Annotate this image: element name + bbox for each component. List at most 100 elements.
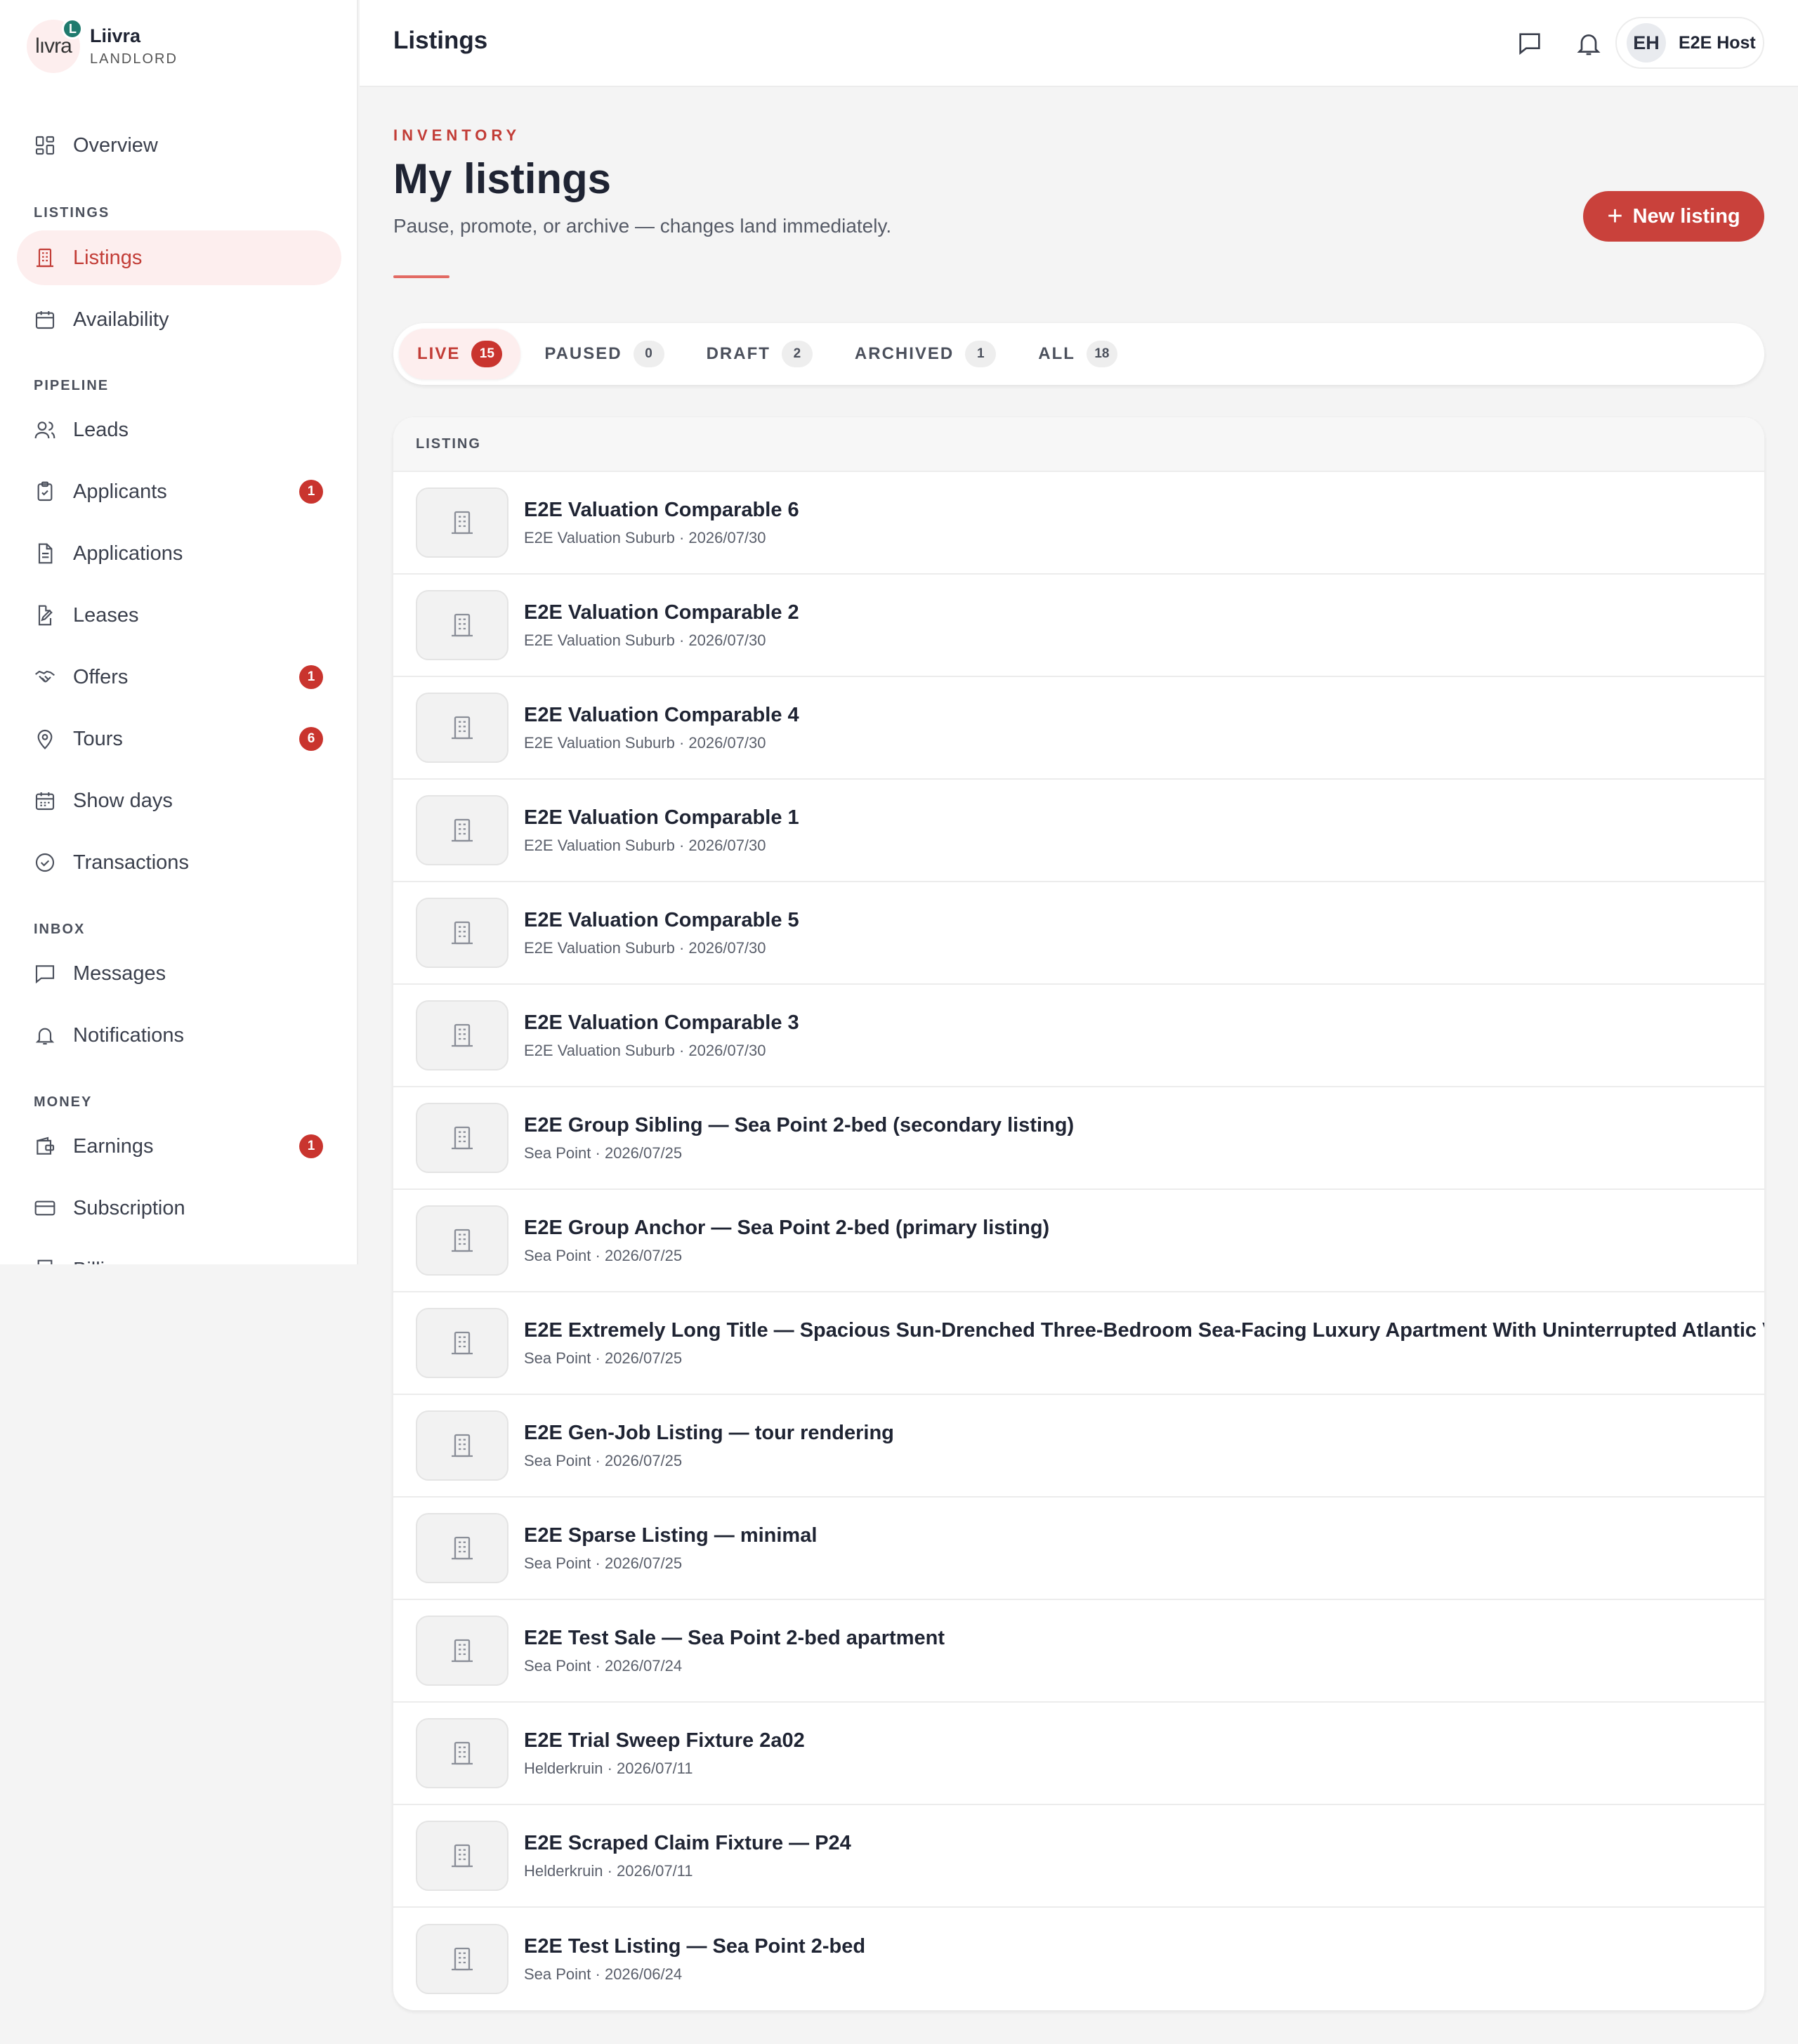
sidebar-item-label: Offers bbox=[73, 665, 129, 688]
table-row[interactable]: E2E Extremely Long Title — Spacious Sun-… bbox=[393, 1292, 1764, 1395]
sidebar-item-label: Applicants bbox=[73, 480, 167, 503]
sidebar-item-earnings[interactable]: Earnings 1 bbox=[17, 1119, 341, 1174]
listing-thumbnail bbox=[416, 795, 508, 865]
listing-title: E2E Test Listing — Sea Point 2-bed bbox=[524, 1934, 866, 1958]
listing-title: E2E Valuation Comparable 5 bbox=[524, 908, 799, 931]
sidebar-item-applicants[interactable]: Applicants 1 bbox=[17, 464, 341, 519]
sidebar: lıvra L Liivra LANDLORD Overview LISTING… bbox=[0, 0, 358, 1264]
sidebar-item-offers[interactable]: Offers 1 bbox=[17, 650, 341, 705]
table-row[interactable]: E2E Scraped Claim Fixture — P24 Helderkr… bbox=[393, 1805, 1764, 1908]
tab-label: LIVE bbox=[417, 344, 461, 363]
sidebar-item-label: Billing bbox=[73, 1259, 127, 1265]
sidebar-item-applications[interactable]: Applications bbox=[17, 526, 341, 581]
sidebar-item-availability[interactable]: Availability bbox=[17, 292, 341, 347]
building-icon bbox=[452, 1434, 473, 1457]
building-icon bbox=[452, 716, 473, 740]
sidebar-item-tours[interactable]: Tours 6 bbox=[17, 712, 341, 766]
sidebar-item-leads[interactable]: Leads bbox=[17, 402, 341, 457]
sidebar-item-subscription[interactable]: Subscription bbox=[17, 1181, 341, 1236]
building-icon bbox=[452, 921, 473, 945]
sidebar-item-notifications[interactable]: Notifications bbox=[17, 1008, 341, 1063]
listing-meta: Sea Point · 2026/07/25 bbox=[524, 1246, 683, 1264]
listing-meta: Sea Point · 2026/07/25 bbox=[524, 1554, 683, 1572]
table-row[interactable]: E2E Gen-Job Listing — tour rendering Sea… bbox=[393, 1395, 1764, 1498]
user-name: E2E Host bbox=[1679, 32, 1756, 53]
listing-thumbnail bbox=[416, 1513, 508, 1583]
applicants-count-badge: 1 bbox=[299, 480, 323, 504]
receipt-icon bbox=[37, 1259, 53, 1264]
table-row[interactable]: E2E Valuation Comparable 4 E2E Valuation… bbox=[393, 677, 1764, 780]
brand-role: LANDLORD bbox=[90, 51, 178, 67]
sidebar-item-overview[interactable]: Overview bbox=[17, 118, 341, 173]
sidebar-item-label: Subscription bbox=[73, 1196, 185, 1219]
document-icon bbox=[38, 543, 53, 564]
listing-title: E2E Valuation Comparable 1 bbox=[524, 806, 799, 829]
table-row[interactable]: E2E Trial Sweep Fixture 2a02 Helderkruin… bbox=[393, 1703, 1764, 1805]
new-listing-button[interactable]: + New listing bbox=[1583, 191, 1764, 242]
tab-draft[interactable]: DRAFT 2 bbox=[688, 329, 831, 379]
document-edit-icon bbox=[38, 605, 53, 626]
sidebar-item-label: Notifications bbox=[73, 1023, 184, 1047]
listing-title: E2E Gen-Job Listing — tour rendering bbox=[524, 1421, 894, 1444]
listing-title: E2E Sparse Listing — minimal bbox=[524, 1524, 818, 1547]
role-badge: L bbox=[62, 18, 83, 39]
tab-paused[interactable]: PAUSED 0 bbox=[526, 329, 682, 379]
listing-thumbnail bbox=[416, 898, 508, 968]
sidebar-item-label: Applications bbox=[73, 542, 183, 565]
tab-archived[interactable]: ARCHIVED 1 bbox=[836, 329, 1014, 379]
tab-label: DRAFT bbox=[706, 344, 770, 363]
table-row[interactable]: E2E Valuation Comparable 3 E2E Valuation… bbox=[393, 985, 1764, 1087]
listing-title: E2E Extremely Long Title — Spacious Sun-… bbox=[524, 1318, 1764, 1342]
table-row[interactable]: E2E Valuation Comparable 6 E2E Valuation… bbox=[393, 472, 1764, 575]
bell-icon[interactable] bbox=[1575, 30, 1603, 58]
table-body: E2E Valuation Comparable 6 E2E Valuation… bbox=[393, 472, 1764, 2010]
page-title: My listings bbox=[393, 155, 612, 202]
tab-count: 1 bbox=[965, 341, 997, 367]
tab-all[interactable]: ALL 18 bbox=[1020, 329, 1136, 379]
building-icon bbox=[452, 1639, 473, 1663]
page-eyebrow: INVENTORY bbox=[393, 126, 521, 144]
calendar-icon bbox=[35, 311, 55, 329]
table-row[interactable]: E2E Test Listing — Sea Point 2-bed Sea P… bbox=[393, 1908, 1764, 2010]
handshake-icon bbox=[35, 670, 55, 683]
clipboard-check-icon bbox=[37, 481, 53, 502]
listing-meta: Sea Point · 2026/07/25 bbox=[524, 1144, 683, 1162]
table-row[interactable]: E2E Sparse Listing — minimal Sea Point ·… bbox=[393, 1498, 1764, 1600]
listing-title: E2E Trial Sweep Fixture 2a02 bbox=[524, 1729, 805, 1752]
building-icon bbox=[452, 1844, 473, 1868]
message-icon[interactable] bbox=[1516, 30, 1544, 58]
listing-thumbnail bbox=[416, 1616, 508, 1686]
listing-meta: Sea Point · 2026/07/25 bbox=[524, 1349, 683, 1367]
building-icon bbox=[452, 1229, 473, 1252]
listing-thumbnail bbox=[416, 1103, 508, 1173]
new-listing-label: New listing bbox=[1632, 204, 1740, 228]
sidebar-item-billing[interactable]: Billing bbox=[17, 1243, 341, 1264]
sidebar-item-label: Earnings bbox=[73, 1134, 154, 1158]
table-row[interactable]: E2E Valuation Comparable 5 E2E Valuation… bbox=[393, 882, 1764, 985]
avatar: EH bbox=[1627, 23, 1666, 63]
sidebar-item-transactions[interactable]: Transactions bbox=[17, 835, 341, 890]
sidebar-item-listings[interactable]: Listings bbox=[17, 230, 341, 285]
sidebar-item-messages[interactable]: Messages bbox=[17, 946, 341, 1001]
user-menu[interactable]: EH E2E Host bbox=[1615, 17, 1764, 69]
status-tabs: LIVE 15 PAUSED 0 DRAFT 2 ARCHIVED 1 ALL … bbox=[393, 323, 1764, 385]
table-row[interactable]: E2E Valuation Comparable 2 E2E Valuation… bbox=[393, 575, 1764, 677]
listing-meta: Sea Point · 2026/07/25 bbox=[524, 1451, 683, 1469]
listing-title: E2E Valuation Comparable 4 bbox=[524, 703, 799, 726]
brand[interactable]: lıvra L Liivra LANDLORD bbox=[27, 17, 178, 76]
table-row[interactable]: E2E Group Anchor — Sea Point 2-bed (prim… bbox=[393, 1190, 1764, 1292]
sidebar-item-label: Transactions bbox=[73, 851, 189, 874]
table-row[interactable]: E2E Test Sale — Sea Point 2-bed apartmen… bbox=[393, 1600, 1764, 1703]
listing-title: E2E Valuation Comparable 6 bbox=[524, 498, 799, 521]
table-row[interactable]: E2E Group Sibling — Sea Point 2-bed (sec… bbox=[393, 1087, 1764, 1190]
users-icon bbox=[34, 421, 55, 439]
sidebar-item-label: Leads bbox=[73, 418, 129, 441]
building-icon bbox=[452, 1536, 473, 1560]
sidebar-item-show-days[interactable]: Show days bbox=[17, 773, 341, 828]
listing-title: E2E Test Sale — Sea Point 2-bed apartmen… bbox=[524, 1626, 945, 1649]
sidebar-item-leases[interactable]: Leases bbox=[17, 588, 341, 643]
table-row[interactable]: E2E Valuation Comparable 1 E2E Valuation… bbox=[393, 780, 1764, 882]
listing-title: E2E Valuation Comparable 2 bbox=[524, 601, 799, 624]
bell-icon bbox=[35, 1028, 55, 1045]
tab-live[interactable]: LIVE 15 bbox=[399, 329, 521, 379]
